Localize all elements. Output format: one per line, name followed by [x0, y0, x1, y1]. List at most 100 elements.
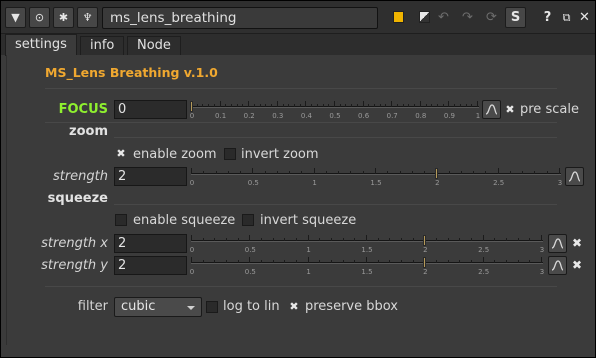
strength-x-label: strength x [41, 236, 108, 251]
slider-handle[interactable] [190, 101, 193, 112]
invert-zoom-checkbox[interactable] [224, 148, 236, 160]
slider-track[interactable] [191, 240, 543, 242]
slider-tick-label: 1 [475, 112, 481, 120]
filter-dropdown[interactable]: cubic [114, 297, 202, 317]
close-icon[interactable]: ✕ [574, 7, 595, 28]
node-color-swatch[interactable] [393, 11, 404, 23]
slider-tick-label: 0 [189, 268, 195, 276]
viewer-icon[interactable]: ⊙ [29, 7, 50, 28]
undo-icon[interactable]: ↶ [433, 7, 454, 28]
slider-minor-tick [296, 260, 297, 263]
strength-y-input[interactable]: 2 [114, 256, 187, 275]
wrench-icon[interactable]: ♆ [77, 7, 98, 28]
strength-y-clear-icon[interactable]: ✖ [571, 259, 583, 271]
properties-panel: ▼ ⊙ ✱ ♆ ms_lens_breathing ↶ ↷ ⟳ S ? ⧉ ✕ … [0, 0, 596, 358]
slider-track[interactable] [191, 106, 479, 108]
redo-icon[interactable]: ↷ [457, 7, 478, 28]
zoom-strength-curve-icon[interactable] [565, 167, 584, 186]
help-icon[interactable]: ? [537, 7, 558, 28]
slider-tick-label: 0.6 [358, 112, 370, 120]
slider-minor-tick [261, 238, 262, 241]
slider-tick-label: 2.5 [493, 179, 505, 187]
chevron-down-icon [187, 306, 195, 310]
slider-minor-tick [316, 104, 318, 107]
invert-squeeze-checkbox[interactable] [242, 214, 254, 226]
strength-y-curve-icon[interactable] [548, 256, 567, 275]
zoom-section-label: zoom [69, 124, 108, 139]
strength-x-input[interactable]: 2 [114, 234, 187, 253]
slider-minor-tick [454, 104, 456, 107]
slider-minor-tick [225, 104, 227, 107]
focus-slider[interactable]: 0 0.1 0.2 0.3 0.4 0.5 0.6 0.7 0.8 0.9 1 [190, 101, 481, 120]
slider-tick-label: 3 [539, 246, 545, 254]
slider-minor-tick [208, 104, 210, 107]
slider-tick [334, 101, 335, 107]
slider-minor-tick [299, 104, 301, 107]
preserve-bbox-checkbox[interactable]: ✖ [288, 301, 300, 313]
tile-color-swatch[interactable] [419, 11, 430, 23]
slider-tick [391, 101, 393, 107]
pre-scale-label: pre scale [520, 102, 579, 117]
slider-minor-tick [203, 171, 205, 174]
invert-zoom-label: invert zoom [241, 147, 319, 162]
slider-tick [305, 101, 307, 107]
slider-tick-label: 1.5 [370, 179, 382, 187]
slider-handle[interactable] [423, 257, 427, 268]
slider-minor-tick [517, 260, 519, 263]
node-name-field[interactable]: ms_lens_breathing [102, 7, 378, 29]
slider-minor-tick [402, 104, 404, 107]
slider-minor-tick [282, 104, 284, 107]
slider-minor-tick [399, 171, 401, 174]
tab-settings[interactable]: settings [5, 34, 77, 56]
slider-tick [276, 101, 278, 107]
slider-minor-tick [396, 104, 398, 107]
slider-minor-tick [411, 171, 413, 174]
slider-minor-tick [350, 171, 352, 174]
filter-label: filter [77, 299, 108, 314]
revert-icon[interactable]: ⟳ [481, 7, 502, 28]
focus-value-input[interactable]: 0 [114, 100, 187, 119]
log-to-lin-label: log to lin [223, 299, 280, 314]
log-to-lin-checkbox[interactable] [206, 301, 218, 313]
strength-x-curve-icon[interactable] [548, 234, 567, 253]
slider-minor-tick [473, 171, 475, 174]
divider [114, 137, 557, 138]
slider-tick-label: 3 [557, 179, 563, 187]
s-button[interactable]: S [505, 7, 526, 28]
title-bar: ▼ ⊙ ✱ ♆ ms_lens_breathing ↶ ↷ ⟳ S ? ⧉ ✕ [1, 1, 595, 34]
slider-minor-tick [485, 171, 487, 174]
tab-node[interactable]: Node [127, 36, 181, 56]
enable-zoom-label: enable zoom [133, 147, 217, 162]
slider-minor-tick [227, 171, 229, 174]
slider-handle[interactable] [423, 235, 427, 246]
slider-minor-tick [431, 104, 433, 107]
slider-tick-label: 0.1 [215, 112, 227, 120]
enable-squeeze-checkbox[interactable] [115, 214, 127, 226]
slider-tick [419, 101, 421, 107]
focus-curve-icon[interactable] [482, 100, 501, 119]
slider-handle[interactable] [435, 168, 439, 179]
strength-x-slider[interactable]: 0 0.5 1 1.5 2 2.5 3 [190, 235, 545, 254]
collapse-icon[interactable]: ▼ [5, 7, 26, 28]
slider-track[interactable] [191, 173, 561, 175]
tab-info[interactable]: info [80, 36, 125, 56]
slider-minor-tick [319, 238, 321, 241]
strength-x-clear-icon[interactable]: ✖ [571, 237, 583, 249]
slider-tick [541, 235, 542, 241]
slider-track[interactable] [191, 262, 543, 264]
slider-minor-tick [342, 260, 344, 263]
slider-minor-tick [354, 260, 356, 263]
strength-y-slider[interactable]: 0 0.5 1 1.5 2 2.5 3 [189, 257, 544, 276]
zoom-strength-slider[interactable]: 0 0.5 1 1.5 2 2.5 3 [190, 168, 563, 187]
slider-minor-tick [226, 260, 227, 263]
slider-tick [375, 168, 376, 174]
slider-tick-label: 0.5 [247, 179, 259, 187]
enable-zoom-checkbox[interactable]: ✖ [115, 148, 127, 160]
node-bug-icon[interactable]: ✱ [53, 7, 74, 28]
slider-minor-tick [362, 171, 364, 174]
invert-squeeze-label: invert squeeze [260, 213, 357, 228]
pre-scale-checkbox[interactable]: ✖ [504, 104, 516, 116]
zoom-strength-input[interactable]: 2 [114, 167, 187, 186]
slider-minor-tick [385, 104, 387, 107]
slider-minor-tick [494, 238, 496, 241]
